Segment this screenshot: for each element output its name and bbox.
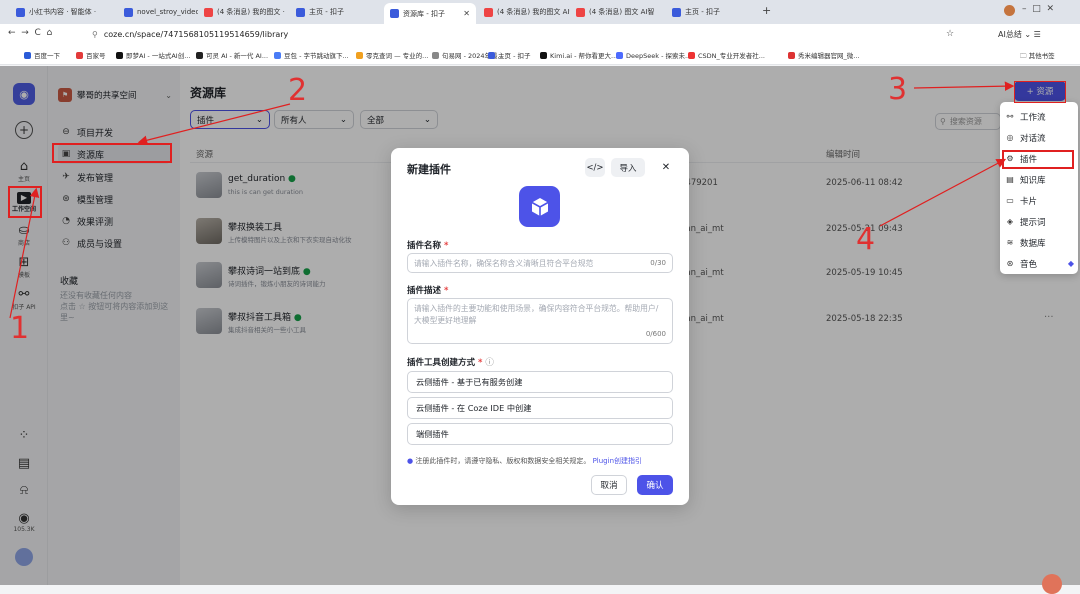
- tab-favicon: [484, 7, 493, 17]
- annotation-arrows: [9, 81, 1015, 319]
- bookmark-favicon: [196, 51, 203, 59]
- bookmark-favicon: [356, 51, 363, 59]
- tab-favicon: [296, 7, 305, 17]
- browser-tab-active[interactable]: 资源库 - 扣子 ✕: [384, 3, 476, 24]
- tab-favicon: [672, 7, 681, 17]
- close-tab-icon[interactable]: ✕: [457, 9, 470, 18]
- bookmark-item[interactable]: DeepSeek - 探索未...: [616, 50, 691, 60]
- browser-tab[interactable]: (4 条消息) 图文 AI智: [570, 3, 665, 21]
- bookmarks-bar: 百度一下 百家号 即梦AI - 一站式AI创... 可灵 AI - 新一代 AI...…: [0, 45, 1080, 65]
- annotation-number: 1: [10, 311, 30, 346]
- bookmark-label: 主页 - 扣子: [498, 52, 531, 60]
- ai-summary-button[interactable]: AI总结 ⌄ ☰: [998, 29, 1041, 40]
- bookmark-label: Kimi.ai - 帮你看更大...: [550, 52, 618, 60]
- tab-favicon: [124, 7, 133, 17]
- browser-tab[interactable]: 小红书内容 · 智能体 ·: [10, 3, 118, 21]
- tab-favicon: [576, 7, 585, 17]
- tab-favicon: [204, 7, 213, 17]
- url-field[interactable]: ⚲ coze.cn/space/7471568105119514659/libra…: [92, 27, 972, 42]
- bookmark-item[interactable]: CSDN_专业开发者社...: [688, 50, 765, 60]
- bookmark-label: 百家号: [86, 52, 106, 60]
- star-icon[interactable]: ☆: [946, 29, 954, 39]
- bookmark-item[interactable]: 可灵 AI - 新一代 AI...: [196, 50, 268, 60]
- bookmark-label: 百度一下: [34, 52, 60, 60]
- bookmark-favicon: [488, 51, 495, 59]
- bookmark-favicon: [788, 51, 795, 59]
- bookmark-favicon: [274, 51, 281, 59]
- browser-tab[interactable]: 主页 - 扣子: [666, 3, 756, 21]
- bookmark-label: 即梦AI - 一站式AI创...: [126, 52, 191, 60]
- nav-buttons[interactable]: ← → C ⌂: [8, 28, 52, 38]
- bookmark-label: 豆包 - 字节跳动旗下...: [284, 52, 349, 60]
- window-controls[interactable]: – □ ✕: [1022, 4, 1054, 14]
- bookmark-favicon: [24, 51, 31, 59]
- address-bar: ← → C ⌂ ⚲ coze.cn/space/74715681051195146…: [0, 24, 1080, 45]
- other-bookmarks-folder[interactable]: 🗀 其他书签: [1020, 50, 1055, 63]
- bookmark-favicon: [616, 51, 623, 59]
- bookmark-favicon: [76, 51, 83, 59]
- bookmark-label: 秀米编辑器官网_微...: [798, 52, 860, 60]
- browser-tab[interactable]: (4 条消息) 我的图文 ·: [198, 3, 288, 21]
- bookmark-favicon: [432, 51, 439, 59]
- annotation-number: 2: [288, 73, 308, 108]
- annotation-number: 3: [888, 72, 908, 107]
- site-info-icon[interactable]: ⚲: [92, 30, 98, 39]
- bookmark-label: CSDN_专业开发者社...: [698, 52, 765, 60]
- bookmark-favicon: [540, 51, 547, 59]
- bookmark-label: DeepSeek - 探索未...: [626, 52, 692, 60]
- bookmark-item[interactable]: 百度一下: [24, 50, 60, 60]
- browser-tab-bar: 小红书内容 · 智能体 · novel_stroy_video · (4 条消息…: [0, 0, 1080, 24]
- bookmark-favicon: [688, 51, 695, 59]
- profile-avatar[interactable]: [1004, 5, 1015, 16]
- bookmark-item[interactable]: 零克查词 — 专业的...: [356, 50, 428, 60]
- bookmark-label: 零克查词 — 专业的...: [366, 52, 429, 60]
- bookmark-favicon: [116, 51, 123, 59]
- bookmark-item[interactable]: 百家号: [76, 50, 106, 60]
- tab-favicon: [390, 9, 399, 18]
- bookmark-label: 可灵 AI - 新一代 AI...: [206, 52, 269, 60]
- bookmark-item[interactable]: 即梦AI - 一站式AI创...: [116, 50, 190, 60]
- tab-favicon: [16, 7, 25, 17]
- bookmark-item[interactable]: Kimi.ai - 帮你看更大...: [540, 50, 617, 60]
- browser-tab[interactable]: 主页 - 扣子: [290, 3, 382, 21]
- annotation-number: 4: [856, 222, 876, 257]
- browser-tab[interactable]: (4 条消息) 我的图文 AI智: [478, 3, 570, 21]
- bookmark-item[interactable]: 主页 - 扣子: [488, 50, 530, 60]
- floating-help-button[interactable]: [1042, 574, 1062, 594]
- bookmark-item[interactable]: 豆包 - 字节跳动旗下...: [274, 50, 349, 60]
- bookmark-item[interactable]: 秀米编辑器官网_微...: [788, 50, 859, 60]
- new-tab-button[interactable]: +: [762, 4, 771, 17]
- browser-tab[interactable]: novel_stroy_video ·: [118, 3, 198, 21]
